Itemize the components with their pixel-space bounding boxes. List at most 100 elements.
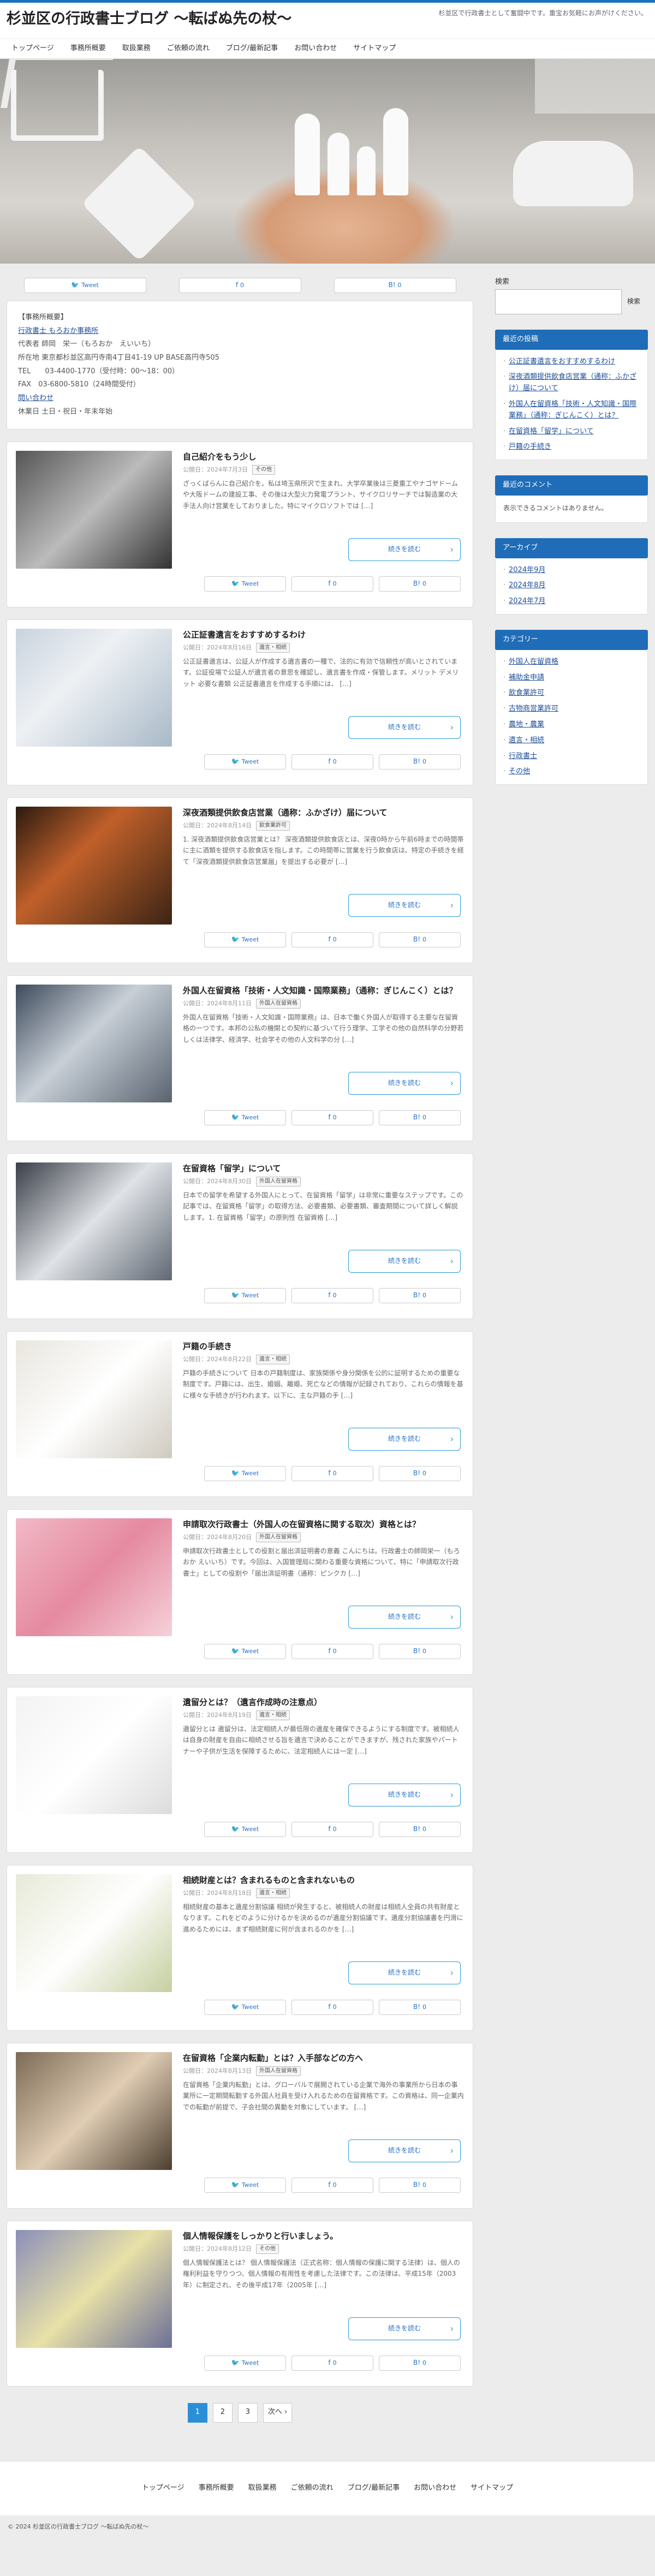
read-more-button[interactable]: 続きを読む — [348, 1249, 461, 1273]
tweet-button[interactable]: 🐦 Tweet — [204, 932, 286, 947]
tweet-button[interactable]: 🐦 Tweet — [204, 1999, 286, 2015]
post-title[interactable]: 相続財産とは？含まれるものと含まれないもの — [183, 1874, 464, 1887]
post-title[interactable]: 外国人在留資格「技術・人文知識・国際業務」（通称：ぎじんこく）とは？ — [183, 985, 464, 997]
post-category-badge[interactable]: 外国人在留資格 — [256, 1177, 301, 1186]
tweet-button[interactable]: 🐦 Tweet — [204, 576, 286, 592]
read-more-button[interactable]: 続きを読む — [348, 1961, 461, 1984]
like-button[interactable]: f0 — [291, 576, 373, 592]
archive-link[interactable]: 2024年9月 — [509, 566, 545, 574]
category-link[interactable]: 外国人在留資格 — [509, 658, 558, 666]
post-category-badge[interactable]: その他 — [256, 2244, 279, 2254]
recent-post-link[interactable]: 戸籍の手続き — [509, 443, 551, 451]
post-title[interactable]: 申請取次行政書士（外国人の在留資格に関する取次）資格とは？ — [183, 1518, 464, 1531]
footer-nav-office[interactable]: 事務所概要 — [199, 2483, 234, 2494]
bookmark-button[interactable]: B! 0 — [379, 1110, 461, 1125]
nav-item-sitemap[interactable]: サイトマップ — [345, 39, 404, 58]
post-category-badge[interactable]: 外国人在留資格 — [256, 1533, 301, 1542]
post-category-badge[interactable]: 遺言・相続 — [256, 1710, 290, 1720]
nav-item-contact[interactable]: お問い合わせ — [286, 39, 345, 58]
post-thumbnail[interactable] — [16, 1340, 172, 1458]
tweet-button[interactable]: 🐦 Tweet — [204, 1821, 286, 1837]
tweet-button[interactable]: 🐦 Tweet — [204, 2355, 286, 2371]
search-input[interactable] — [495, 289, 622, 314]
footer-nav-contact[interactable]: お問い合わせ — [414, 2483, 456, 2494]
footer-nav-sitemap[interactable]: サイトマップ — [471, 2483, 513, 2494]
search-button[interactable]: 検索 — [627, 297, 644, 306]
post-category-badge[interactable]: 飲食業許可 — [256, 821, 290, 831]
page-3[interactable]: 3 — [237, 2402, 258, 2423]
bookmark-button[interactable]: B! 0 — [379, 932, 461, 947]
tweet-button[interactable]: 🐦 Tweet — [204, 2177, 286, 2193]
footer-nav-top[interactable]: トップページ — [142, 2483, 184, 2494]
like-button[interactable]: f0 — [291, 2355, 373, 2371]
like-button[interactable]: f0 — [291, 1821, 373, 1837]
post-thumbnail[interactable] — [16, 2052, 172, 2170]
post-thumbnail[interactable] — [16, 1162, 172, 1280]
post-thumbnail[interactable] — [16, 628, 172, 747]
read-more-button[interactable]: 続きを読む — [348, 538, 461, 561]
post-category-badge[interactable]: 遺言・相続 — [256, 643, 290, 653]
post-thumbnail[interactable] — [16, 1518, 172, 1636]
post-thumbnail[interactable] — [16, 1696, 172, 1814]
footer-nav-blog[interactable]: ブログ/最新記事 — [348, 2483, 400, 2494]
nav-item-flow[interactable]: ご依頼の流れ — [159, 39, 218, 58]
post-title[interactable]: 在留資格「留学」について — [183, 1162, 464, 1175]
read-more-button[interactable]: 続きを読む — [348, 715, 461, 739]
recent-post-link[interactable]: 在留資格「留学」について — [509, 427, 594, 436]
tweet-button[interactable]: 🐦 Tweet — [204, 754, 286, 770]
read-more-button[interactable]: 続きを読む — [348, 1427, 461, 1451]
bookmark-button[interactable]: B! 0 — [379, 1821, 461, 1837]
category-link[interactable]: 行政書士 — [509, 752, 537, 760]
read-more-button[interactable]: 続きを読む — [348, 1605, 461, 1629]
nav-item-office[interactable]: 事務所概要 — [62, 39, 114, 58]
archive-link[interactable]: 2024年8月 — [509, 581, 545, 589]
like-button[interactable]: f0 — [291, 1643, 373, 1659]
like-button[interactable]: f0 — [291, 2177, 373, 2193]
like-button[interactable]: f0 — [291, 754, 373, 770]
site-title[interactable]: 杉並区の行政書士ブログ 〜転ばぬ先の杖〜 — [7, 7, 291, 31]
read-more-button[interactable]: 続きを読む — [348, 1071, 461, 1095]
archive-link[interactable]: 2024年7月 — [509, 597, 545, 605]
read-more-button[interactable]: 続きを読む — [348, 1783, 461, 1806]
post-category-badge[interactable]: その他 — [252, 465, 275, 475]
post-title[interactable]: 公正証書遺言をおすすめするわけ — [183, 629, 464, 641]
post-title[interactable]: 戸籍の手続き — [183, 1340, 464, 1353]
recent-post-link[interactable]: 外国人在留資格「技術・人文知識・国際業務」（通称：ぎじんこく）とは？ — [509, 400, 636, 420]
category-link[interactable]: 農地・農業 — [509, 720, 544, 729]
category-link[interactable]: 遺言・相続 — [509, 736, 544, 744]
bookmark-button[interactable]: B! 0 — [379, 754, 461, 770]
footer-nav-services[interactable]: 取扱業務 — [248, 2483, 277, 2494]
bookmark-button[interactable]: B! 0 — [379, 1465, 461, 1481]
category-link[interactable]: 飲食業許可 — [509, 689, 544, 697]
category-link[interactable]: 補助金申請 — [509, 673, 544, 682]
post-thumbnail[interactable] — [16, 1874, 172, 1992]
post-category-badge[interactable]: 遺言・相続 — [256, 1888, 290, 1898]
bookmark-button[interactable]: B! 0 — [379, 2177, 461, 2193]
post-category-badge[interactable]: 外国人在留資格 — [256, 999, 301, 1009]
bookmark-button[interactable]: B! 0 — [379, 1643, 461, 1659]
nav-item-services[interactable]: 取扱業務 — [114, 39, 159, 58]
recent-post-link[interactable]: 公正証書遺言をおすすめするわけ — [509, 357, 615, 366]
post-title[interactable]: 自己紹介をもう少し — [183, 451, 464, 463]
post-thumbnail[interactable] — [16, 806, 172, 925]
tweet-button[interactable]: 🐦 Tweet — [204, 1287, 286, 1303]
page-2[interactable]: 2 — [212, 2402, 233, 2423]
read-more-button[interactable]: 続きを読む — [348, 2317, 461, 2340]
post-title[interactable]: 個人情報保護をしっかりと行いましょう。 — [183, 2230, 464, 2243]
post-title[interactable]: 在留資格「企業内転勤」とは？入手部などの方へ — [183, 2052, 464, 2065]
read-more-button[interactable]: 続きを読む — [348, 893, 461, 917]
tweet-button[interactable]: 🐦 Tweet — [204, 1643, 286, 1659]
nav-item-top[interactable]: トップページ — [3, 39, 62, 58]
post-category-badge[interactable]: 遺言・相続 — [256, 1355, 290, 1364]
bookmark-button[interactable]: B! 0 — [379, 576, 461, 592]
office-name-link[interactable]: 行政書士 もろおか事務所 — [18, 327, 98, 335]
like-button[interactable]: f0 — [291, 932, 373, 947]
like-button[interactable]: f0 — [178, 278, 301, 293]
footer-nav-flow[interactable]: ご依頼の流れ — [291, 2483, 334, 2494]
post-thumbnail[interactable] — [16, 450, 172, 569]
post-title[interactable]: 深夜酒類提供飲食店営業（通称：ふかざけ）届について — [183, 807, 464, 819]
category-link[interactable]: その他 — [509, 767, 530, 776]
bookmark-button[interactable]: B! 0 — [334, 278, 456, 293]
category-link[interactable]: 古物商営業許可 — [509, 705, 558, 713]
page-1[interactable]: 1 — [187, 2402, 207, 2423]
